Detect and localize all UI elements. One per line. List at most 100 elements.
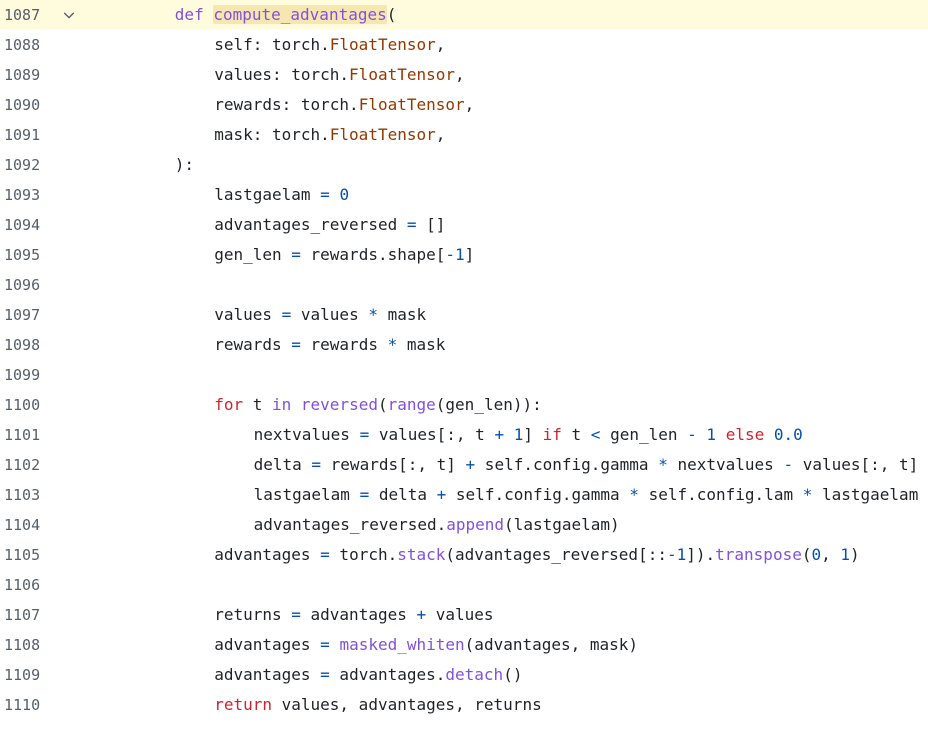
line-code[interactable]: mask: torch.FloatTensor, [96,120,928,150]
line-code[interactable]: values = values * mask [96,300,928,330]
code-line[interactable]: 1095 gen_len = rewards.shape[-1] [0,240,928,270]
line-code[interactable]: ): [96,150,928,180]
code-line[interactable]: 1089 values: torch.FloatTensor, [0,60,928,90]
line-number: 1105 [4,546,41,564]
code-token: values: torch. [214,65,350,84]
line-code[interactable]: for t in reversed(range(gen_len)): [96,390,928,420]
code-token: + [465,455,476,474]
code-token: mask [377,305,427,324]
code-line[interactable]: 1093 lastgaelam = 0 [0,180,928,210]
line-number: 1104 [4,516,41,534]
code-token: -1 [666,545,687,564]
line-code[interactable]: advantages_reversed = [] [96,210,928,240]
code-token: append [446,515,505,534]
line-number: 1108 [4,636,41,654]
line-number: 1102 [4,456,41,474]
code-token: 0 [811,545,822,564]
code-token: () [503,665,523,684]
line-code[interactable]: return values, advantages, returns [96,690,928,720]
line-code[interactable]: rewards: torch.FloatTensor, [96,90,928,120]
line-gutter: 1091 [0,120,96,150]
chevron-down-icon[interactable] [58,4,80,26]
code-token: values [426,605,494,624]
code-token: ] [464,245,475,264]
code-token: values [214,305,282,324]
line-code[interactable]: advantages_reversed.append(lastgaelam) [96,510,928,540]
line-gutter: 1093 [0,180,96,210]
code-token: values, advantages, returns [271,695,542,714]
line-gutter: 1100 [0,390,96,420]
code-token: ( [386,5,397,24]
line-number: 1109 [4,666,41,684]
code-token: = [320,665,330,684]
code-token: values[:, t] [793,455,919,474]
line-number: 1097 [4,306,41,324]
code-line[interactable]: 1107 returns = advantages + values [0,600,928,630]
code-line[interactable]: 1096 [0,270,928,300]
code-line[interactable]: 1099 [0,360,928,390]
code-token: values[:, t [369,425,495,444]
code-token: gen_len [600,425,688,444]
code-line[interactable]: 1087 def compute_advantages( [0,0,928,30]
code-token: gen_len [214,245,292,264]
code-token: - [687,425,697,444]
code-line[interactable]: 1103 lastgaelam = delta + self.config.gam… [0,480,928,510]
code-token: mask [397,335,446,354]
code-token: advantages [300,605,417,624]
code-line[interactable]: 1105 advantages = torch.stack(advantages_… [0,540,928,570]
line-code[interactable]: lastgaelam = delta + self.config.gamma *… [96,480,928,510]
line-gutter: 1097 [0,300,96,330]
line-number: 1103 [4,486,41,504]
code-token: self.config.gamma [475,455,659,474]
code-token: -1 [445,245,465,264]
code-line[interactable]: 1091 mask: torch.FloatTensor, [0,120,928,150]
line-gutter: 1103 [0,480,96,510]
line-gutter: 1092 [0,150,96,180]
line-number: 1093 [4,186,41,204]
code-line[interactable]: 1104 advantages_reversed.append(lastgaela… [0,510,928,540]
line-gutter: 1102 [0,450,96,480]
code-line[interactable]: 1097 values = values * mask [0,300,928,330]
line-gutter: 1105 [0,540,96,570]
line-code[interactable]: rewards = rewards * mask [96,330,928,360]
line-code[interactable]: advantages = torch.stack(advantages_reve… [96,540,928,570]
code-line[interactable]: 1108 advantages = masked_whiten(advantage… [0,630,928,660]
code-line[interactable]: 1102 delta = rewards[:, t] + self.config.… [0,450,928,480]
code-token: = [320,185,330,204]
code-editor[interactable]: 1087 def compute_advantages(1088 self: tor… [0,0,928,733]
line-number: 1095 [4,246,41,264]
code-line[interactable]: 1109 advantages = advantages.detach() [0,660,928,690]
code-line[interactable]: 1110 return values, advantages, returns [0,690,928,720]
code-token: = [291,605,301,624]
code-line[interactable]: 1101 nextvalues = values[:, t + 1] if t <… [0,420,928,450]
line-code[interactable]: advantages = masked_whiten(advantages, m… [96,630,928,660]
code-token: ): [174,155,195,174]
code-token: advantages [214,635,321,654]
line-code[interactable]: def compute_advantages( [96,0,928,30]
line-code[interactable]: self: torch.FloatTensor, [96,30,928,60]
line-code[interactable]: values: torch.FloatTensor, [96,60,928,90]
line-code[interactable]: lastgaelam = 0 [96,180,928,210]
line-gutter: 1109 [0,660,96,690]
line-code[interactable]: advantages = advantages.detach() [96,660,928,690]
line-number: 1087 [4,6,41,24]
line-code[interactable]: returns = advantages + values [96,600,928,630]
code-token: * [658,455,668,474]
code-line[interactable]: 1088 self: torch.FloatTensor, [0,30,928,60]
code-token: else [725,425,765,444]
code-line[interactable]: 1090 rewards: torch.FloatTensor, [0,90,928,120]
line-code[interactable]: nextvalues = values[:, t + 1] if t < gen… [96,420,928,450]
code-token: FloatTensor [329,125,436,144]
code-line[interactable]: 1100 for t in reversed(range(gen_len)): [0,390,928,420]
code-line[interactable]: 1094 advantages_reversed = [] [0,210,928,240]
code-line[interactable]: 1106 [0,570,928,600]
line-code[interactable]: gen_len = rewards.shape[-1] [96,240,928,270]
line-code[interactable]: delta = rewards[:, t] + self.config.gamm… [96,450,928,480]
code-line[interactable]: 1098 rewards = rewards * mask [0,330,928,360]
code-line[interactable]: 1092): [0,150,928,180]
code-token: rewards [300,335,388,354]
code-token: + [436,485,447,504]
code-token: ]). [686,545,716,564]
line-number: 1092 [4,156,41,174]
